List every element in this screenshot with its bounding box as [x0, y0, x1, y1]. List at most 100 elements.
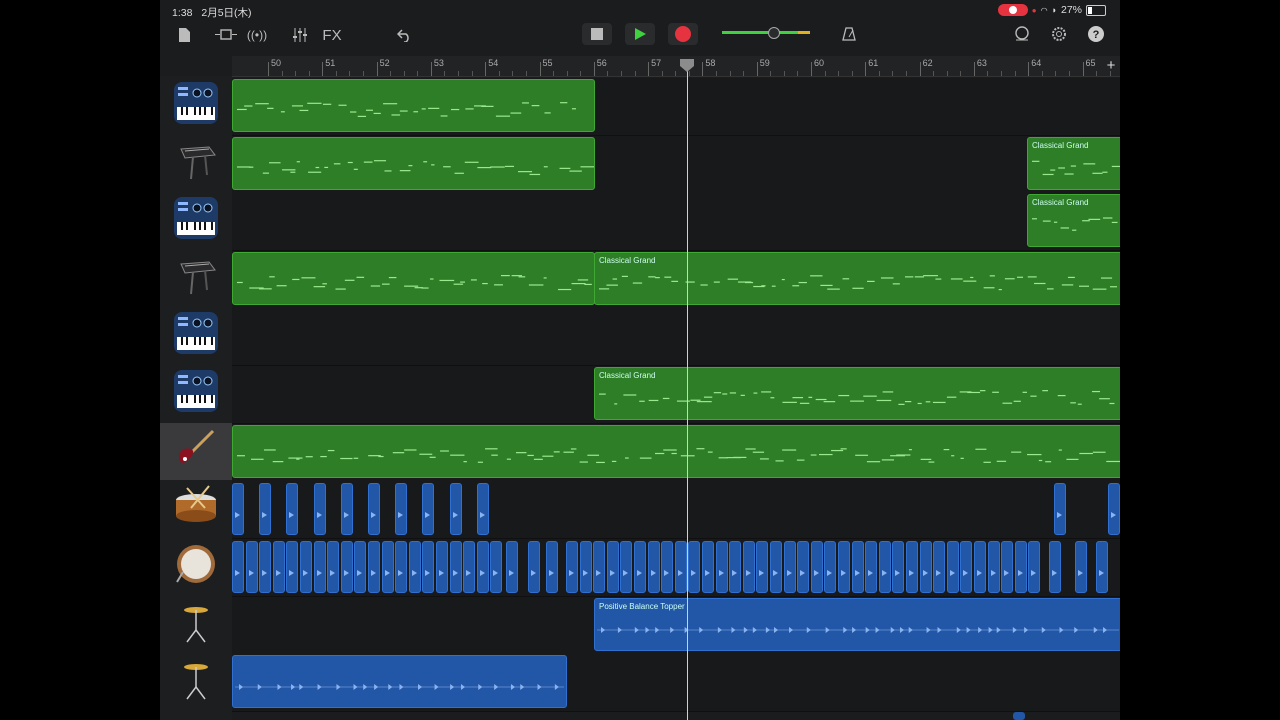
drum-hit-region[interactable]: [381, 541, 394, 593]
master-volume-slider[interactable]: [722, 26, 814, 42]
drum-hit-region[interactable]: [1049, 541, 1061, 593]
midi-region[interactable]: [232, 79, 595, 132]
drum-hit-region[interactable]: [1054, 483, 1066, 535]
track-header-cymbal[interactable]: [160, 653, 232, 710]
track-header-cymbal[interactable]: [160, 596, 232, 653]
track-lane[interactable]: [232, 78, 1120, 136]
track-lane[interactable]: [232, 481, 1120, 539]
drum-hit-region[interactable]: [906, 541, 918, 593]
drum-hit-region[interactable]: [674, 541, 687, 593]
drum-hit-region[interactable]: [368, 541, 380, 593]
drum-hit-region[interactable]: [1001, 541, 1014, 593]
smart-controls-button[interactable]: ((•)): [245, 24, 269, 46]
drum-hit-region[interactable]: [340, 541, 353, 593]
midi-region[interactable]: [232, 425, 1120, 478]
undo-button[interactable]: [396, 24, 414, 46]
drum-hit-region[interactable]: [259, 483, 272, 535]
scroll-indicator[interactable]: [1013, 712, 1025, 720]
mixer-button[interactable]: [290, 24, 310, 46]
drum-hit-region[interactable]: [286, 541, 299, 593]
drum-hit-region[interactable]: [1108, 483, 1120, 535]
drum-hit-region[interactable]: [422, 483, 435, 535]
drum-hit-region[interactable]: [313, 483, 326, 535]
drum-hit-region[interactable]: [865, 541, 878, 593]
drum-hit-region[interactable]: [715, 541, 728, 593]
stop-button[interactable]: [582, 23, 612, 45]
track-lane[interactable]: [232, 308, 1120, 366]
drum-hit-region[interactable]: [960, 541, 973, 593]
drum-hit-region[interactable]: [449, 541, 462, 593]
drum-hit-region[interactable]: [634, 541, 646, 593]
track-header-grand-piano[interactable]: [160, 250, 232, 307]
track-header-snare-drum[interactable]: [160, 480, 232, 537]
drum-hit-region[interactable]: [987, 541, 1000, 593]
track-lane[interactable]: Classical Grand: [232, 366, 1120, 424]
drum-hit-region[interactable]: [892, 541, 905, 593]
drum-hit-region[interactable]: [974, 541, 986, 593]
drum-hit-region[interactable]: [756, 541, 769, 593]
drum-hit-region[interactable]: [408, 541, 421, 593]
my-songs-button[interactable]: [176, 24, 192, 46]
drum-hit-region[interactable]: [395, 483, 408, 535]
track-lane[interactable]: [232, 424, 1120, 482]
midi-region[interactable]: Classical Grand: [1027, 194, 1120, 247]
drum-hit-region[interactable]: [354, 541, 367, 593]
drum-hit-region[interactable]: [327, 541, 340, 593]
track-header-electric-bass[interactable]: [160, 423, 232, 480]
loop-browser-button[interactable]: [1013, 25, 1031, 43]
drum-hit-region[interactable]: [546, 541, 558, 593]
view-toggle-button[interactable]: [212, 24, 240, 46]
drum-hit-region[interactable]: [506, 541, 518, 593]
drum-hit-region[interactable]: [647, 541, 660, 593]
drum-hit-region[interactable]: [490, 541, 503, 593]
drum-hit-region[interactable]: [286, 483, 299, 535]
drum-hit-region[interactable]: [232, 541, 244, 593]
drum-hit-region[interactable]: [259, 541, 272, 593]
drum-hit-region[interactable]: [606, 541, 619, 593]
drum-hit-region[interactable]: [702, 541, 714, 593]
midi-region[interactable]: Classical Grand: [594, 367, 1120, 420]
add-section-button[interactable]: +: [1104, 58, 1118, 74]
track-header-keyboard-synth[interactable]: [160, 77, 232, 134]
drum-hit-region[interactable]: [272, 541, 285, 593]
track-lane[interactable]: [232, 654, 1120, 712]
help-button[interactable]: ?: [1087, 25, 1105, 43]
drum-hit-region[interactable]: [810, 541, 823, 593]
drum-hit-region[interactable]: [933, 541, 946, 593]
drum-hit-region[interactable]: [422, 541, 435, 593]
drum-hit-region[interactable]: [742, 541, 755, 593]
track-header-grand-piano[interactable]: [160, 135, 232, 192]
record-button[interactable]: [668, 23, 698, 45]
playhead-handle[interactable]: [679, 58, 695, 72]
drum-hit-region[interactable]: [797, 541, 810, 593]
track-lane[interactable]: Positive Balance Topper: [232, 597, 1120, 655]
drum-hit-region[interactable]: [340, 483, 353, 535]
drum-hit-region[interactable]: [528, 541, 540, 593]
drum-hit-region[interactable]: [838, 541, 850, 593]
drum-hit-region[interactable]: [783, 541, 796, 593]
midi-region[interactable]: [232, 137, 595, 190]
drum-hit-region[interactable]: [593, 541, 606, 593]
track-header-kick-drum[interactable]: [160, 538, 232, 595]
track-header-keyboard-synth[interactable]: [160, 192, 232, 249]
drum-hit-region[interactable]: [449, 483, 462, 535]
drum-hit-region[interactable]: [851, 541, 864, 593]
drum-hit-region[interactable]: [313, 541, 326, 593]
track-lane[interactable]: Classical Grand: [232, 136, 1120, 194]
track-header-keyboard-synth[interactable]: [160, 307, 232, 364]
drum-hit-region[interactable]: [368, 483, 380, 535]
drum-hit-region[interactable]: [620, 541, 633, 593]
track-header-keyboard-synth[interactable]: [160, 365, 232, 422]
drum-hit-region[interactable]: [946, 541, 959, 593]
midi-region[interactable]: Classical Grand: [1027, 137, 1120, 190]
drum-hit-region[interactable]: [566, 541, 578, 593]
track-lane[interactable]: Classical Grand: [232, 251, 1120, 309]
drum-hit-region[interactable]: [1028, 541, 1040, 593]
settings-button[interactable]: [1050, 25, 1068, 43]
drum-hit-region[interactable]: [436, 541, 448, 593]
drum-hit-region[interactable]: [661, 541, 674, 593]
volume-knob[interactable]: [768, 27, 780, 39]
drum-hit-region[interactable]: [1075, 541, 1087, 593]
drum-hit-region[interactable]: [824, 541, 837, 593]
audio-region[interactable]: [232, 655, 567, 708]
